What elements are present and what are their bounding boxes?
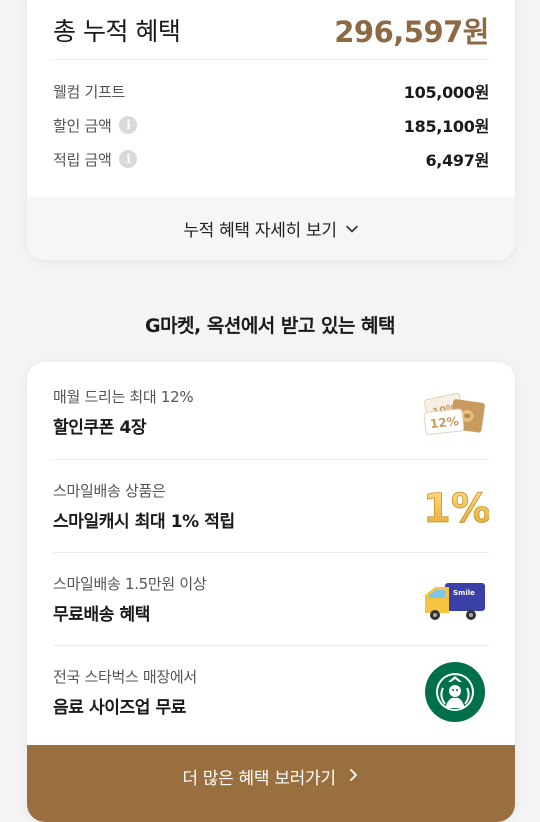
coupon-text-12: 12%: [429, 414, 459, 431]
benefit-title: 스마일캐시 최대 1% 적립: [53, 511, 235, 532]
more-benefits-label: 더 많은 혜택 보러가기: [182, 769, 336, 789]
benefits-section-title: G마켓, 옥션에서 받고 있는 혜택: [144, 315, 396, 337]
one-percent-text: 1%: [423, 486, 489, 532]
info-icon[interactable]: i: [119, 116, 138, 134]
view-benefit-details-label: 누적 혜택 자세히 보기: [183, 221, 337, 241]
welcome-gift-row: 웰컴 기프트 105,000원: [53, 74, 489, 108]
benefit-item-smile-cash[interactable]: 스마일배송 상품은 스마일캐시 최대 1% 적립 1%: [53, 459, 489, 552]
benefit-title: 할인쿠폰 4장: [53, 417, 147, 438]
benefits-card: 매월 드리는 최대 12% 할인쿠폰 4장 10% 12% 스마일배송 상품은 …: [27, 362, 515, 822]
one-percent-icon: 1%: [423, 485, 489, 532]
welcome-gift-label: 웰컴 기프트: [53, 82, 125, 101]
view-benefit-details-button[interactable]: 누적 혜택 자세히 보기: [27, 197, 515, 260]
reward-amount-value: 6,497원: [425, 151, 489, 170]
total-benefit-row: 총 누적 혜택 296,597원: [53, 0, 489, 60]
more-benefits-button[interactable]: 더 많은 혜택 보러가기: [27, 745, 515, 822]
benefit-item-free-shipping[interactable]: 스마일배송 1.5만원 이상 무료배송 혜택 Smile: [53, 552, 489, 645]
benefit-title: 음료 사이즈업 무료: [53, 697, 186, 718]
info-icon[interactable]: i: [119, 150, 138, 168]
truck-smile-text: Smile: [453, 589, 475, 597]
discount-amount-row: 할인 금액 i 185,100원: [53, 108, 489, 142]
welcome-gift-value: 105,000원: [403, 83, 490, 102]
benefit-subtitle: 매월 드리는 최대 12%: [53, 387, 194, 406]
total-benefit-label: 총 누적 혜택: [53, 17, 181, 46]
discount-amount-label: 할인 금액: [53, 116, 112, 135]
coupon-icon: 10% 12%: [423, 392, 485, 435]
benefit-title: 무료배송 혜택: [53, 604, 150, 625]
accumulated-benefits-card: 총 누적 혜택 296,597원 웰컴 기프트 105,000원 할인 금액 i…: [27, 0, 515, 260]
total-benefit-value: 296,597원: [334, 15, 489, 49]
benefit-subtitle: 전국 스타벅스 매장에서: [53, 667, 197, 686]
reward-amount-label: 적립 금액: [53, 150, 112, 169]
chevron-right-icon: [349, 769, 357, 781]
benefit-subtitle: 스마일배송 1.5만원 이상: [53, 574, 207, 593]
delivery-truck-icon: Smile: [425, 582, 485, 620]
benefit-item-coupon[interactable]: 매월 드리는 최대 12% 할인쿠폰 4장 10% 12%: [53, 365, 489, 458]
summary-divider: [53, 59, 489, 60]
benefit-subtitle: 스마일배송 상품은: [53, 481, 166, 500]
benefit-item-starbucks[interactable]: 전국 스타벅스 매장에서 음료 사이즈업 무료: [53, 645, 489, 738]
chevron-down-icon: [345, 225, 358, 232]
starbucks-logo-icon: [425, 661, 485, 722]
reward-amount-row: 적립 금액 i 6,497원: [53, 142, 489, 176]
discount-amount-value: 185,100원: [403, 117, 490, 136]
